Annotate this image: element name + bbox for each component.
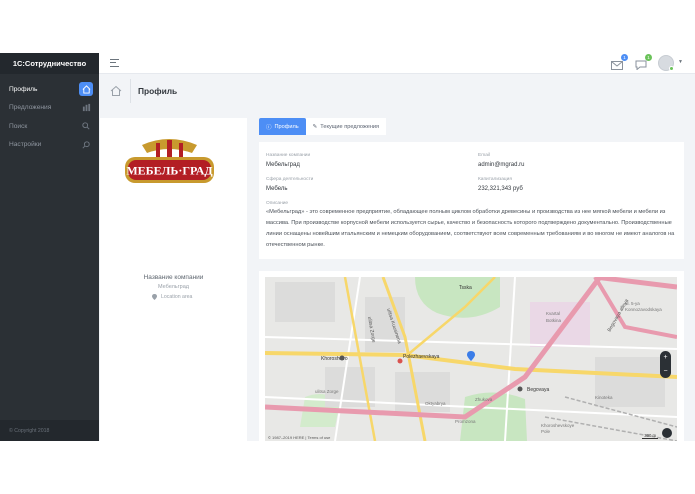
divider	[130, 79, 131, 103]
sidebar-item-label: Профиль	[9, 85, 38, 93]
tab-profile[interactable]: ⓘ Профиль	[259, 118, 306, 135]
tab-label: Профиль	[274, 123, 299, 130]
description-text: «Мебельград» - это современное предприят…	[266, 209, 675, 248]
mail-badge: 1	[621, 54, 628, 61]
info-icon: ⓘ	[266, 124, 272, 131]
profile-tabs: ⓘ Профиль ✎ Текущие предложения	[259, 118, 387, 135]
map-label: Promzona	[455, 419, 476, 424]
page-header: Профиль	[99, 75, 695, 107]
chat-badge: 1	[645, 54, 652, 61]
map-label: Pole	[541, 429, 551, 434]
location-text: Location area	[161, 294, 193, 300]
description-label: Описание	[266, 201, 289, 206]
online-status-icon	[669, 66, 674, 71]
company-name: Мебельград	[157, 284, 189, 290]
mail-icon[interactable]: 1	[611, 54, 628, 70]
zoom-in-icon[interactable]: +	[663, 354, 667, 361]
sidebar-item-offers[interactable]: Предложения	[0, 99, 99, 118]
grid-icon	[79, 101, 93, 115]
map-card: ulitsa Zorge ulitsa Kuusinena Khoroshovo…	[259, 271, 684, 441]
chat-icon[interactable]: 1	[635, 54, 652, 71]
email-value[interactable]: admin@mgrad.ru	[478, 162, 524, 168]
sidebar-nav: Профиль Предложения Поиск Настройки	[0, 80, 99, 154]
company-logo: МЕБЕЛЬ·ГРАД	[122, 135, 217, 195]
sidebar-item-search[interactable]: Поиск	[0, 117, 99, 136]
hospital-area	[530, 302, 590, 347]
map-label: ulitsa Zorge	[315, 389, 339, 394]
tab-label: Текущие предложения	[320, 123, 380, 130]
map-label: Zhukova	[475, 397, 493, 402]
metro-icon	[517, 386, 523, 392]
zoom-out-icon[interactable]: −	[663, 368, 667, 375]
map-label: Polezhaevskaya	[403, 354, 440, 360]
logo-text: МЕБЕЛЬ·ГРАД	[126, 164, 213, 178]
page-title: Профиль	[138, 86, 178, 96]
chevron-down-icon[interactable]: ▼	[678, 59, 683, 65]
company-name-value: Мебельград	[266, 162, 300, 168]
map-label: Tsska	[459, 285, 472, 291]
sidebar: 1С:Сотрудничество Профиль Предложения По…	[0, 53, 99, 441]
sidebar-item-label: Настройки	[9, 141, 42, 149]
map-scale: 300 m	[642, 433, 658, 439]
menu-toggle-icon[interactable]	[110, 59, 119, 67]
map-label: Botkina	[546, 318, 562, 323]
sidebar-item-settings[interactable]: Настройки	[0, 136, 99, 155]
company-name-label: Название компании	[266, 153, 311, 158]
sidebar-item-label: Поиск	[9, 122, 28, 130]
capital-label: Капитализация	[478, 177, 512, 182]
pin-icon	[152, 294, 157, 300]
metro-icon	[339, 355, 345, 361]
capital-value: 232,321,343 руб	[478, 186, 523, 192]
search-icon	[79, 119, 93, 133]
metro-icon	[397, 358, 403, 364]
tab-current-offers[interactable]: ✎ Текущие предложения	[305, 118, 387, 135]
app-window: 1С:Сотрудничество Профиль Предложения По…	[0, 53, 695, 441]
company-label: Название компании	[143, 274, 204, 281]
activity-value: Мебель	[266, 186, 288, 192]
email-label: Email	[478, 153, 490, 158]
map-label: ul. 5-ya	[625, 301, 640, 306]
map-label: Kinoteka	[595, 395, 613, 400]
brand-title[interactable]: 1С:Сотрудничество	[0, 53, 99, 74]
company-location: Location area	[152, 294, 192, 300]
settings-icon	[79, 138, 93, 152]
pencil-icon: ✎	[312, 123, 318, 130]
map-label: Khoroshevskoye	[541, 423, 575, 428]
map-label: Konnozavodskaya	[625, 307, 662, 312]
zoom-control[interactable]: + −	[660, 351, 671, 378]
activity-label: Сфера деятельности	[266, 177, 314, 182]
map[interactable]: ulitsa Zorge ulitsa Kuusinena Khoroshovo…	[265, 277, 677, 441]
profile-card: МЕБЕЛЬ·ГРАД Название компании Мебельград…	[100, 118, 247, 441]
home-icon	[79, 82, 93, 97]
map-label: Kvartal	[546, 311, 560, 316]
locate-icon[interactable]	[662, 428, 672, 438]
info-card: Название компании Мебельград Email admin…	[259, 142, 684, 259]
map-credit[interactable]: © 1987–2019 HERE | Terms of use	[268, 435, 330, 440]
map-label: Oktyabrya	[425, 401, 446, 406]
topbar: 1 1 ▼	[99, 53, 695, 74]
sidebar-item-profile[interactable]: Профиль	[0, 80, 99, 99]
copyright: © Copyright 2018	[0, 420, 99, 441]
sidebar-item-label: Предложения	[9, 104, 52, 112]
home-icon[interactable]	[110, 84, 122, 96]
map-label: Begovaya	[527, 387, 549, 393]
